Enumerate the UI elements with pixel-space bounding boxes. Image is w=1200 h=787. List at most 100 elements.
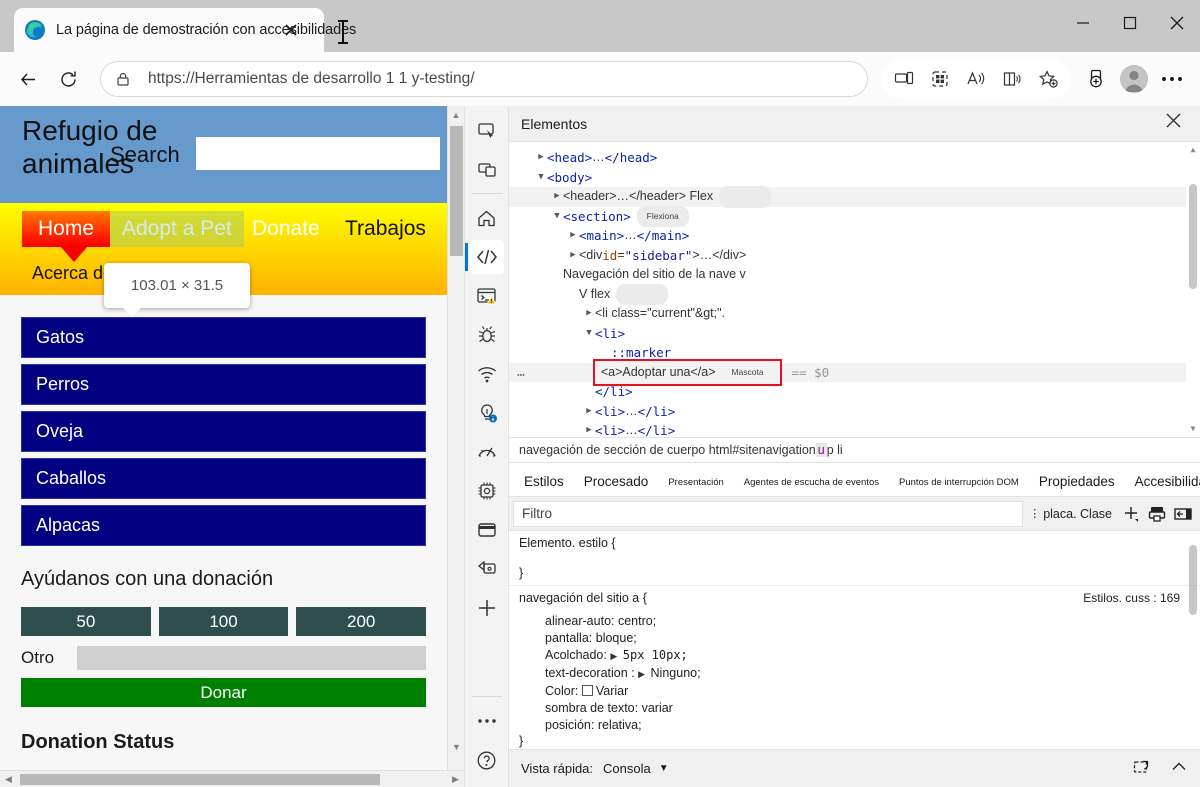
new-console-icon[interactable]	[1132, 757, 1152, 780]
rule-source-link[interactable]: Estilos. cuss : 169	[1083, 591, 1180, 605]
devtools-close-icon[interactable]	[1159, 112, 1188, 135]
console-warning-icon[interactable]	[470, 279, 504, 313]
twisty-collapsed-icon[interactable]: ▶	[535, 148, 547, 168]
css-declaration[interactable]: posición: relativa;	[519, 717, 1190, 734]
styles-body[interactable]: Elemento. estilo { } navegación del siti…	[509, 531, 1200, 749]
list-item[interactable]: Gatos	[21, 317, 426, 358]
dom-node[interactable]: ▶ <li class="current"&gt;".	[509, 304, 1200, 324]
help-icon[interactable]	[470, 743, 504, 777]
list-item[interactable]: Oveja	[21, 411, 426, 452]
expand-shorthand-icon[interactable]: ▶	[638, 666, 645, 683]
dom-node[interactable]: ▶ <div id = "sidebar" >…</div>	[509, 246, 1200, 266]
twisty-collapsed-icon[interactable]: ▶	[583, 304, 595, 324]
list-item[interactable]: Perros	[21, 364, 426, 405]
nav-item-home[interactable]: Home	[22, 211, 111, 262]
tab-presentaci-n[interactable]: Presentación	[659, 473, 732, 496]
css-property-value[interactable]: bloque;	[596, 631, 637, 645]
layout-badge[interactable]: .	[616, 283, 669, 305]
twisty-expanded-icon[interactable]: ▼	[535, 168, 547, 188]
dom-node[interactable]: ▼ <li>	[509, 324, 1200, 344]
add-rule-icon[interactable]	[1118, 501, 1144, 527]
twisty-collapsed-icon[interactable]: ▶	[583, 421, 595, 437]
expand-shorthand-icon[interactable]: ▶	[610, 648, 617, 665]
application-window-icon[interactable]	[470, 513, 504, 547]
device-cast-icon[interactable]	[886, 61, 922, 97]
dom-node[interactable]: ▶ <li>… </li>	[509, 402, 1200, 422]
filter-input[interactable]: Filtro	[513, 500, 1024, 527]
dom-node-selected[interactable]: … <a>Adoptar una</a> Mascota == $0	[509, 358, 1200, 386]
more-settings-icon[interactable]	[1154, 61, 1190, 97]
tab-propiedades[interactable]: Propiedades	[1030, 470, 1124, 496]
list-item[interactable]: Caballos	[21, 458, 426, 499]
css-declaration[interactable]: alinear-auto: centro;	[519, 613, 1190, 630]
tab-agentes-de-escucha-de-eventos[interactable]: Agentes de escucha de eventos	[735, 473, 888, 496]
css-declaration[interactable]: pantalla: bloque;	[519, 630, 1190, 647]
scrollbar-thumb[interactable]	[450, 126, 463, 256]
amount-button-100[interactable]: 100	[158, 607, 289, 636]
twisty-collapsed-icon[interactable]: ▶	[583, 402, 595, 422]
performance-gauge-icon[interactable]	[470, 435, 504, 469]
maximize-button[interactable]	[1106, 0, 1153, 46]
scrollbar-thumb[interactable]	[20, 774, 380, 785]
twisty-expanded-icon[interactable]: ▼	[551, 207, 563, 227]
dom-node[interactable]: V flex.	[509, 283, 1200, 305]
scroll-up-icon[interactable]: ▲	[448, 106, 464, 123]
debugger-bug-icon[interactable]	[470, 318, 504, 352]
dom-tree[interactable]: ▲ ▼ ▶ <head>… </head> ▼ <body> ▶ <header>…</he…	[509, 142, 1200, 437]
split-screen-icon[interactable]	[1078, 61, 1114, 97]
dom-node[interactable]: ▶<header>…</header> Flex.	[509, 186, 1200, 208]
css-property-value[interactable]: centro;	[618, 614, 656, 628]
collapse-icon[interactable]	[1170, 758, 1188, 779]
other-amount-input[interactable]	[77, 646, 426, 670]
tab-close-icon[interactable]	[283, 22, 301, 40]
twisty-collapsed-icon[interactable]: ▶	[567, 226, 579, 246]
page-horizontal-scrollbar[interactable]: ◀ ▶	[0, 770, 464, 787]
dom-node[interactable]: ▼ <body>	[509, 168, 1200, 188]
tab-estilos[interactable]: Estilos	[515, 470, 573, 496]
dom-node[interactable]: </li>	[509, 382, 1200, 402]
class-toggle-button[interactable]: ⋮ placa. Clase	[1023, 507, 1118, 521]
scrollbar-thumb[interactable]	[1189, 545, 1197, 615]
page-vertical-scrollbar[interactable]: ▲ ▼	[447, 106, 464, 772]
styles-scrollbar[interactable]	[1186, 531, 1200, 749]
welcome-home-icon[interactable]	[470, 201, 504, 235]
dom-node[interactable]: ▶ <li>… </li>	[509, 421, 1200, 437]
breadcrumb-selected[interactable]: u	[815, 443, 827, 457]
nav-item-trabajos[interactable]: Trabajos	[345, 217, 426, 241]
css-declaration[interactable]: sombra de texto: variar	[519, 700, 1190, 717]
reload-icon[interactable]	[50, 61, 86, 97]
css-declaration[interactable]: Acolchado: ▶ 5px 10px;	[519, 647, 1190, 665]
search-input[interactable]	[196, 137, 440, 170]
quick-view-select[interactable]: Consola ▼	[603, 761, 669, 776]
css-declaration[interactable]: text-decoration : ▶ Ninguno;	[519, 665, 1190, 683]
twisty-collapsed-icon[interactable]: ▶	[567, 246, 579, 266]
scroll-down-icon[interactable]: ▼	[448, 738, 464, 755]
donate-submit-button[interactable]: Donar	[21, 678, 426, 707]
breadcrumb[interactable]: navegación de sección de cuerpo html#sit…	[509, 437, 1200, 463]
scroll-right-icon[interactable]: ▶	[447, 771, 464, 787]
twisty-expanded-icon[interactable]: ▼	[583, 324, 595, 344]
sources-paint-icon[interactable]	[470, 552, 504, 586]
profile-avatar-icon[interactable]	[1116, 61, 1152, 97]
scroll-up-icon[interactable]: ▲	[1188, 145, 1198, 155]
list-item[interactable]: Alpacas	[21, 505, 426, 546]
dom-node[interactable]: ▶ <main>… </main>	[509, 226, 1200, 246]
css-declaration[interactable]: Color: Variar	[519, 683, 1190, 700]
tab-accesibilidad[interactable]: Accesibilidad	[1126, 470, 1200, 496]
dom-node[interactable]: Navegación del sitio de la nave v	[509, 265, 1200, 285]
amount-button-50[interactable]: 50	[21, 607, 151, 636]
dom-node[interactable]: ▶ <head>… </head>	[509, 148, 1200, 168]
network-wifi-icon[interactable]	[470, 357, 504, 391]
issues-lightbulb-icon[interactable]	[470, 396, 504, 430]
layout-badge[interactable]: Flexiona	[636, 205, 689, 227]
dom-node[interactable]: ▼ <section> Flexiona	[509, 205, 1200, 227]
amount-button-200[interactable]: 200	[296, 607, 427, 636]
dom-tree-scrollbar[interactable]: ▲ ▼	[1186, 142, 1200, 437]
scroll-down-icon[interactable]: ▼	[1188, 424, 1198, 434]
more-tools-add-icon[interactable]	[470, 591, 504, 625]
immersive-reader-icon[interactable]	[994, 61, 1030, 97]
close-button[interactable]	[1153, 0, 1200, 46]
scrollbar-thumb[interactable]	[1189, 184, 1197, 289]
tab-procesado[interactable]: Procesado	[575, 470, 658, 496]
css-property-value[interactable]: variar	[642, 701, 673, 715]
